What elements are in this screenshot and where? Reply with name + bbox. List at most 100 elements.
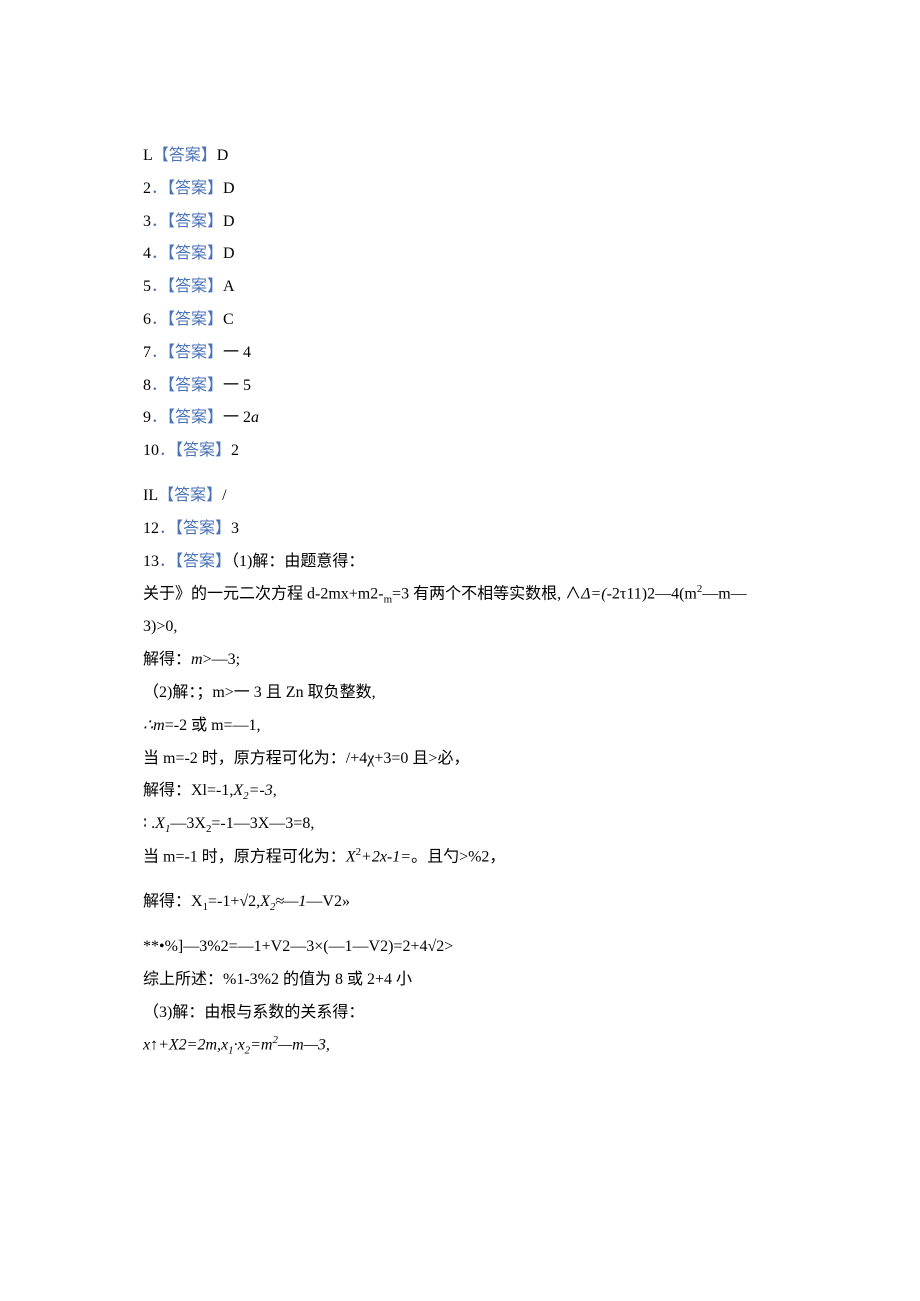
text-it: X [346, 848, 356, 865]
ans-val: / [222, 487, 226, 504]
ans-num: 10 [143, 442, 159, 459]
answer-row-5: 5．【答案】A [143, 271, 920, 304]
text: ∶ . [143, 815, 155, 832]
ans-val: D [223, 180, 235, 197]
q13-p5: （2)解：；m>一 3 且 Zn 取负整数, [143, 677, 920, 710]
q13-p8: 解得：Xl=-1,X2=-3, [143, 775, 920, 808]
text-it: =m [250, 1037, 272, 1054]
text: -2τ11)2—4(m [607, 586, 697, 603]
text-it: Δ=( [581, 586, 607, 603]
ans-label: ．【答案】 [159, 442, 231, 459]
q13-head: 13．【答案】（1)解：由题意得： [143, 546, 920, 579]
q13-p14: （3)解：由根与系数的关系得： [143, 997, 920, 1030]
ans-val: 一 4 [223, 344, 251, 361]
ans-val: D [217, 147, 229, 164]
text: X [194, 815, 206, 832]
text-it: +2x-1= [361, 848, 411, 865]
ans-num: 7 [143, 344, 151, 361]
text: —V2» [306, 893, 350, 910]
ans-num: 9 [143, 409, 151, 426]
text: 解得： [143, 651, 191, 668]
ans-label: ．【答案】 [151, 245, 223, 262]
text-it: ≈—1 [275, 893, 306, 910]
q13-p10: 当 m=-1 时，原方程可化为：X2+2x-1=。且勺>%2， [143, 841, 920, 874]
answer-row-6: 6．【答案】C [143, 304, 920, 337]
ans-num: 8 [143, 377, 151, 394]
ans-label: ．【答案】 [151, 213, 223, 230]
ans-num: 2 [143, 180, 151, 197]
ans-val: D [223, 213, 235, 230]
q13-rest: （1)解：由题意得： [231, 553, 364, 570]
ans-label: 【答案】 [158, 487, 222, 504]
text-it: X [233, 782, 243, 799]
ans-val: D [223, 245, 235, 262]
text: 当 m=-2 时，原方程可化为：/+4χ+3=0 且>必， [143, 750, 469, 767]
answer-row-11: IL【答案】/ [143, 480, 920, 513]
ans-label: 【答案】 [153, 147, 217, 164]
answer-row-3: 3．【答案】D [143, 206, 920, 239]
ans-label: ．【答案】 [159, 520, 231, 537]
text: 解得：Xl=-1, [143, 782, 233, 799]
ans-label: ．【答案】 [151, 409, 223, 426]
text-it: —m—3, [278, 1037, 330, 1054]
text-it: ∴m [143, 717, 165, 734]
q13-p6: ∴m=-2 或 m=—1, [143, 710, 920, 743]
ans-val-prefix: 一 2 [223, 409, 251, 426]
q13-p12: **•%]—3%2=—1+V2—3×(—1—V2)=2+4√2> [143, 931, 920, 964]
q13-p9: ∶ .X1—3X2=-1—3X—3=8, [143, 808, 920, 841]
subscript: m [384, 594, 392, 606]
q13-p7: 当 m=-2 时，原方程可化为：/+4χ+3=0 且>必， [143, 743, 920, 776]
text-it: =-3, [249, 782, 277, 799]
text: 当 m=-1 时，原方程可化为： [143, 848, 346, 865]
text-it: m [191, 651, 203, 668]
q13-p15: x↑+X2=2m,x1·x2=m2—m—3, [143, 1029, 920, 1062]
answer-row-10: 10．【答案】2 [143, 435, 920, 468]
text: （3)解：由根与系数的关系得： [143, 1004, 364, 1021]
text: 关于》的一元二次方程 d-2mx+m2- [143, 586, 384, 603]
text: **•%]—3%2=—1+V2—3×(—1—V2)=2+4√2> [143, 938, 453, 955]
text-it: x↑+X2=2m,x [143, 1037, 228, 1054]
text: =-1+√2, [208, 893, 260, 910]
ans-label: ．【答案】 [151, 311, 223, 328]
text: >—3; [203, 651, 240, 668]
q13-label: ．【答案】 [159, 553, 231, 570]
ans-num: 12 [143, 520, 159, 537]
text: 解得：X [143, 893, 203, 910]
ans-val: A [223, 278, 235, 295]
ans-val: C [223, 311, 234, 328]
ans-val: 一 5 [223, 377, 251, 394]
ans-val: 3 [231, 520, 239, 537]
ans-label: ．【答案】 [151, 278, 223, 295]
q13-p2: 关于》的一元二次方程 d-2mx+m2-m=3 有两个不相等实数根, ∧Δ=(-… [143, 578, 920, 611]
text-it: ·x [234, 1037, 245, 1054]
ans-val: 2 [231, 442, 239, 459]
ans-label: ．【答案】 [151, 180, 223, 197]
q13-p13: 综上所述：%1-3%2 的值为 8 或 2+4 小 [143, 964, 920, 997]
text-it: X [260, 893, 270, 910]
text: （2)解：；m>一 3 且 Zn 取负整数, [143, 684, 376, 701]
text: 3)>0, [143, 618, 177, 635]
q13-p11: 解得：X1=-1+√2,X2≈—1—V2» [143, 886, 920, 919]
ans-num: 4 [143, 245, 151, 262]
answer-row-1: L【答案】D [143, 140, 920, 173]
text: 。且勺>%2， [411, 848, 505, 865]
text: =-1—3X—3=8, [211, 815, 314, 832]
answer-row-8: 8．【答案】一 5 [143, 370, 920, 403]
text-it: X [155, 815, 165, 832]
text: =3 有两个不相等实数根, ∧ [392, 586, 581, 603]
ans-label: ．【答案】 [151, 377, 223, 394]
ans-num: IL [143, 487, 158, 504]
text: —3 [170, 815, 194, 832]
ans-num: 5 [143, 278, 151, 295]
q13-num: 13 [143, 553, 159, 570]
q13-p3: 3)>0, [143, 611, 920, 644]
text: 综上所述：%1-3%2 的值为 8 或 2+4 小 [143, 971, 412, 988]
ans-val-it: a [251, 409, 259, 426]
text: =-2 或 m=—1, [165, 717, 261, 734]
answer-row-4: 4．【答案】D [143, 238, 920, 271]
answer-row-12: 12．【答案】3 [143, 513, 920, 546]
answer-row-2: 2．【答案】D [143, 173, 920, 206]
ans-num: 6 [143, 311, 151, 328]
ans-num: L [143, 147, 153, 164]
ans-label: ．【答案】 [151, 344, 223, 361]
